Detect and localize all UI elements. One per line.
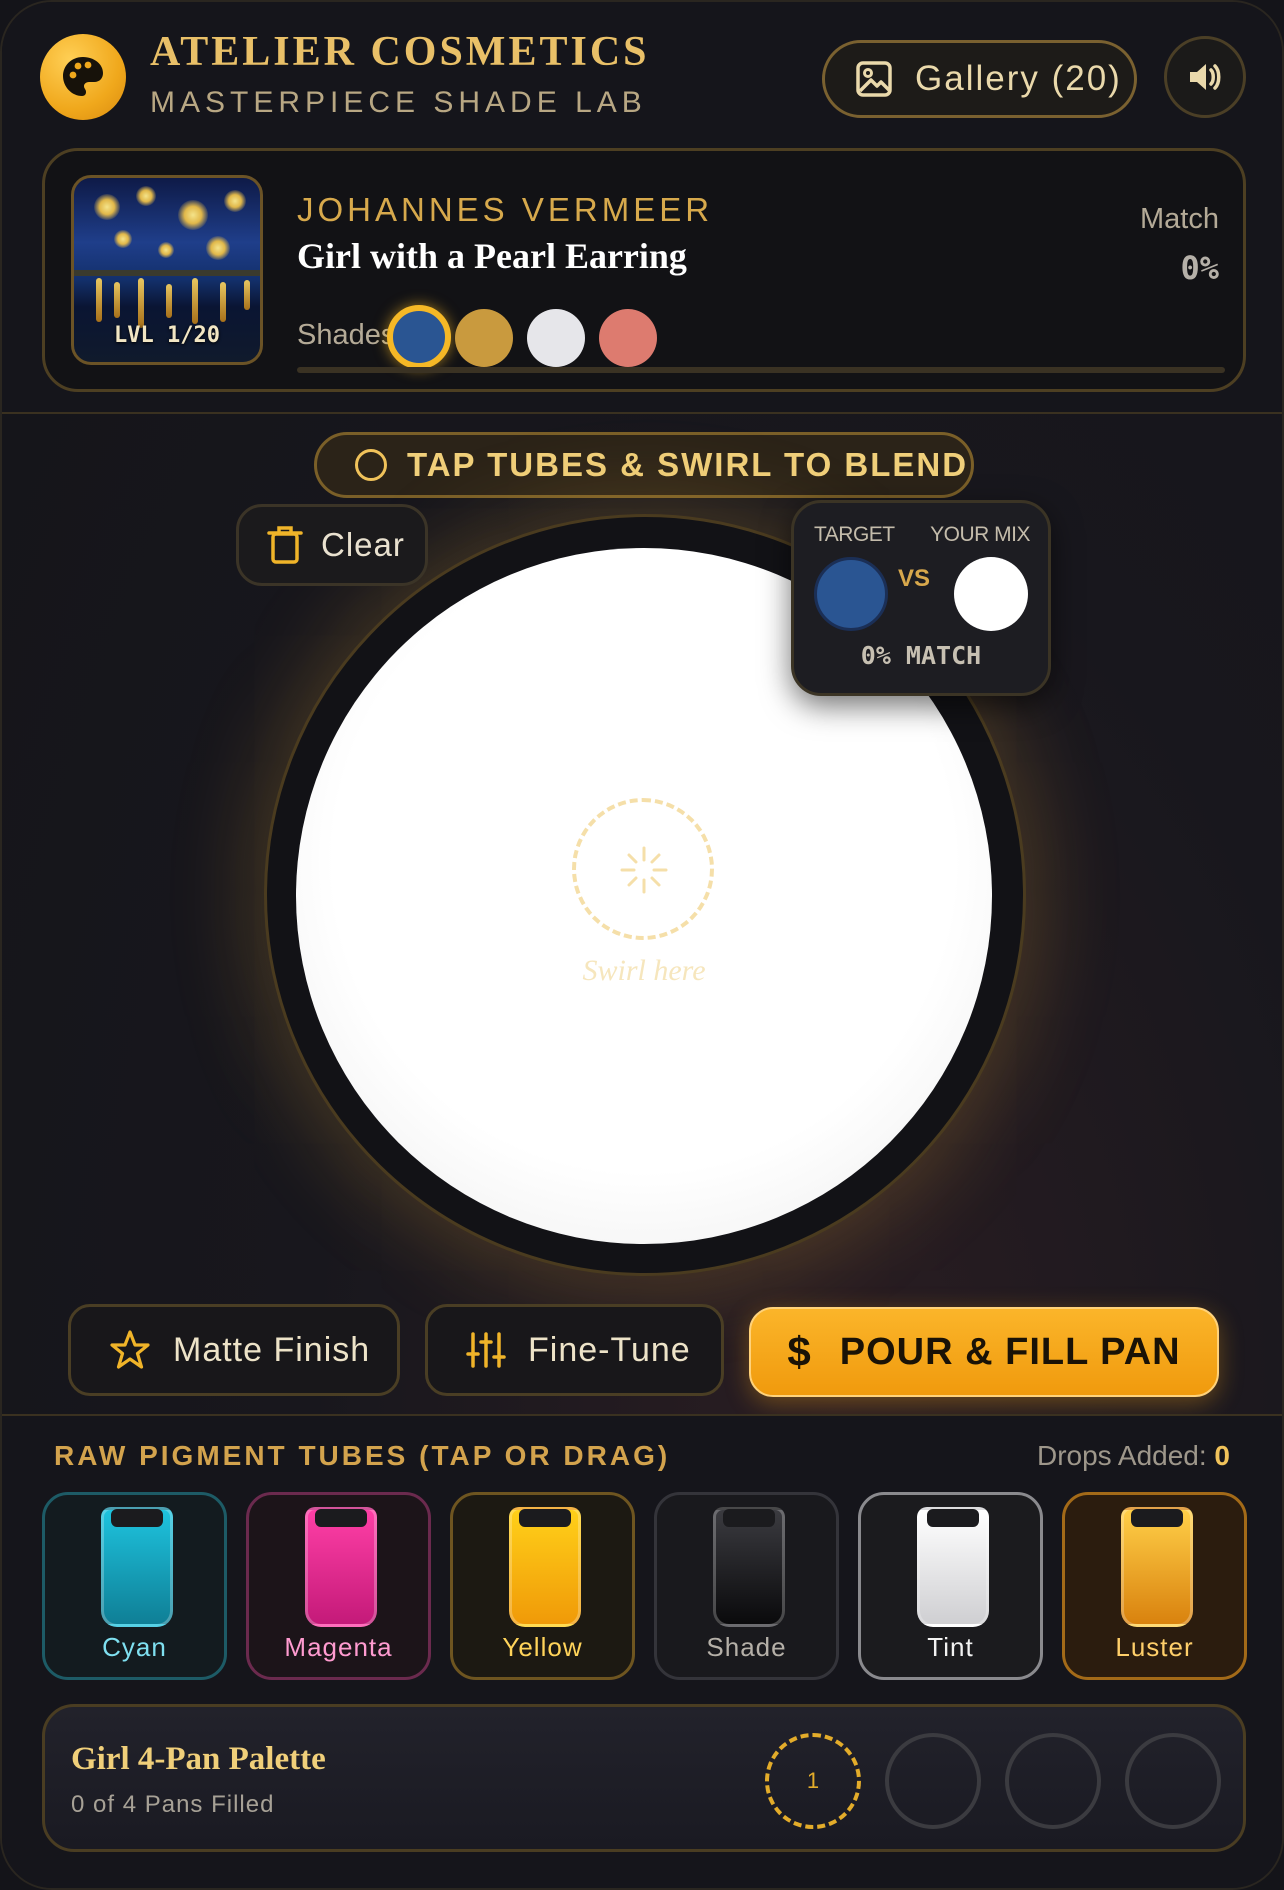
tube-label: Luster xyxy=(1115,1632,1194,1662)
sound-button[interactable] xyxy=(1164,36,1246,118)
match-progress-bar xyxy=(297,367,1225,373)
tube-magenta[interactable]: Magenta xyxy=(246,1492,431,1680)
tube-cyan[interactable]: Cyan xyxy=(42,1492,227,1680)
blend-hint-text: TAP TUBES & SWIRL TO BLEND xyxy=(407,446,969,483)
blend-hint: TAP TUBES & SWIRL TO BLEND xyxy=(314,432,974,498)
shade-swatch-4[interactable] xyxy=(599,309,657,367)
color-compare-panel: TARGET YOUR MIX VS 0% MATCH xyxy=(791,500,1051,696)
brand-subtitle: MASTERPIECE SHADE LAB xyxy=(150,86,647,119)
gallery-label: Gallery (20) xyxy=(915,59,1122,98)
your-mix-label: YOUR MIX xyxy=(930,523,1030,546)
vs-label: VS xyxy=(898,565,931,592)
sparkle-icon xyxy=(620,846,668,894)
matte-finish-label: Matte Finish xyxy=(173,1330,371,1369)
artwork-title: Girl with a Pearl Earring xyxy=(297,236,687,276)
tube-yellow[interactable]: Yellow xyxy=(450,1492,635,1680)
drops-label: Drops Added: xyxy=(1036,1440,1207,1471)
pan-palette: Girl 4-Pan Palette 0 of 4 Pans Filled 1 xyxy=(42,1704,1246,1852)
clear-label: Clear xyxy=(321,526,405,563)
tube-label: Yellow xyxy=(502,1632,583,1662)
swirl-hint: Swirl here xyxy=(582,954,706,987)
speaker-icon xyxy=(1190,64,1221,90)
clear-button[interactable]: Clear xyxy=(236,504,428,586)
palette-progress: 0 of 4 Pans Filled xyxy=(71,1791,275,1818)
tube-tint[interactable]: Tint xyxy=(858,1492,1043,1680)
pour-fill-pan-label: POUR & FILL PAN xyxy=(839,1330,1181,1373)
gallery-button[interactable]: Gallery (20) xyxy=(822,40,1137,118)
artwork-thumbnail[interactable]: LVL 1/20 xyxy=(71,175,263,365)
star-icon xyxy=(110,1330,150,1369)
pan-slot-number: 1 xyxy=(806,1768,820,1793)
fine-tune-label: Fine-Tune xyxy=(528,1330,691,1369)
tube-label: Magenta xyxy=(284,1632,393,1662)
sliders-icon xyxy=(466,1332,506,1368)
pan-slot-1[interactable]: 1 xyxy=(765,1733,861,1829)
target-swatch xyxy=(814,557,888,631)
matte-finish-button[interactable]: Matte Finish xyxy=(68,1304,400,1396)
tube-shade[interactable]: Shade xyxy=(654,1492,839,1680)
match-label: Match xyxy=(1140,203,1219,235)
tube-label: Shade xyxy=(706,1632,787,1662)
tube-luster[interactable]: Luster xyxy=(1062,1492,1247,1680)
pan-slot-3[interactable] xyxy=(1005,1733,1101,1829)
dollar-icon: $ xyxy=(787,1328,812,1375)
tube-label: Tint xyxy=(927,1632,974,1662)
shade-swatch-1[interactable] xyxy=(387,305,451,369)
shade-swatch-3[interactable] xyxy=(527,309,585,367)
pan-slot-4[interactable] xyxy=(1125,1733,1221,1829)
palette-title: Girl 4-Pan Palette xyxy=(71,1741,326,1777)
fine-tune-button[interactable]: Fine-Tune xyxy=(425,1304,724,1396)
compare-match: 0% MATCH xyxy=(860,641,982,670)
shade-swatch-2[interactable] xyxy=(455,309,513,367)
your-mix-swatch xyxy=(954,557,1028,631)
drops-counter: Drops Added: 0 xyxy=(1037,1440,1230,1472)
target-label: TARGET xyxy=(814,523,895,546)
image-icon xyxy=(856,61,892,97)
trash-icon xyxy=(267,526,303,564)
match-value: 0% xyxy=(1180,249,1219,287)
pan-slot-2[interactable] xyxy=(885,1733,981,1829)
pour-fill-pan-button[interactable]: $ POUR & FILL PAN xyxy=(749,1307,1219,1397)
brand-title: ATELIER COSMETICS xyxy=(150,29,650,75)
header: ATELIER COSMETICS MASTERPIECE SHADE LAB … xyxy=(2,2,1282,414)
tube-label: Cyan xyxy=(102,1632,167,1662)
app-frame: ATELIER COSMETICS MASTERPIECE SHADE LAB … xyxy=(0,0,1284,1890)
level-indicator: LVL 1/20 xyxy=(114,323,220,348)
circle-icon xyxy=(355,449,387,481)
palette-icon xyxy=(40,34,126,120)
artist-name: JOHANNES VERMEER xyxy=(297,191,714,228)
pigment-tray-title: RAW PIGMENT TUBES (TAP OR DRAG) xyxy=(54,1440,671,1471)
drops-value: 0 xyxy=(1214,1440,1230,1471)
artwork-card: LVL 1/20 JOHANNES VERMEER Girl with a Pe… xyxy=(42,148,1246,392)
